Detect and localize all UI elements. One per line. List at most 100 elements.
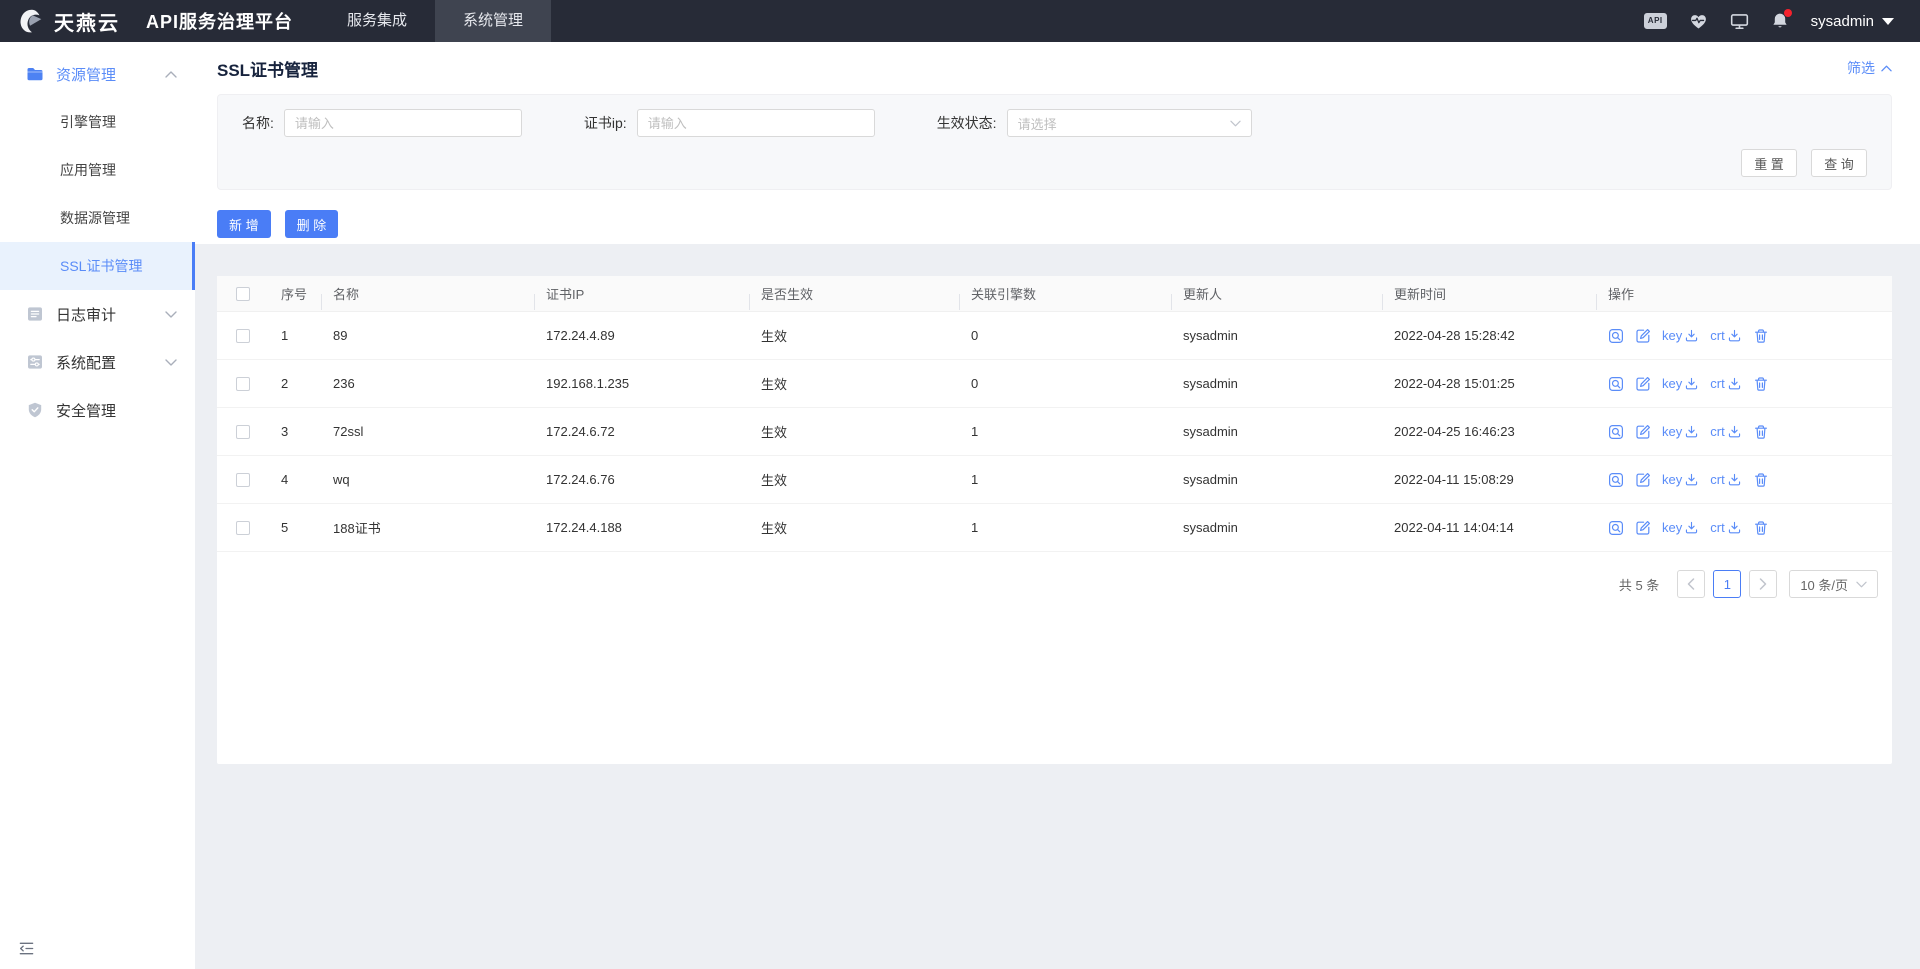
cell-status: 生效 (761, 377, 788, 392)
delete-icon[interactable] (1753, 376, 1769, 392)
reset-button[interactable]: 重 置 (1741, 149, 1797, 177)
col-status: 是否生效 (749, 284, 959, 310)
cell-status: 生效 (761, 329, 788, 344)
download-icon (1727, 328, 1742, 343)
delete-icon[interactable] (1753, 472, 1769, 488)
filter-label-cert-ip: 证书ip: (583, 115, 627, 131)
page-size-select[interactable]: 10 条/页 (1789, 570, 1878, 598)
add-button[interactable]: 新 增 (217, 210, 271, 238)
logo: 天燕云 (0, 6, 134, 36)
prev-page-button[interactable] (1677, 570, 1706, 598)
download-icon (1684, 520, 1699, 535)
chevron-down-icon (1229, 120, 1241, 126)
download-key-link[interactable]: key (1662, 424, 1699, 439)
cell-name: wq (333, 472, 350, 487)
download-crt-link[interactable]: crt (1710, 328, 1741, 343)
sidebar-item-engine-management[interactable]: 引擎管理 (0, 98, 195, 146)
download-icon (1684, 376, 1699, 391)
cert-ip-input[interactable] (636, 109, 875, 137)
notification-dot (1783, 9, 1792, 17)
download-key-link[interactable]: key (1662, 520, 1699, 535)
nav-tab-service-integration[interactable]: 服务集成 (319, 0, 435, 42)
logo-icon (16, 6, 46, 36)
sidebar-item-label: 资源管理 (56, 66, 117, 84)
cell-ip: 192.168.1.235 (546, 376, 630, 391)
delete-icon[interactable] (1753, 424, 1769, 440)
cell-status: 生效 (761, 521, 788, 536)
download-crt-link[interactable]: crt (1710, 520, 1741, 535)
cell-engines: 1 (971, 472, 979, 487)
view-icon[interactable] (1608, 376, 1624, 392)
table-row: 5 188证书 172.24.4.188 生效 1 sysadmin 2022-… (217, 504, 1892, 552)
edit-icon[interactable] (1635, 424, 1651, 440)
edit-icon[interactable] (1635, 328, 1651, 344)
sidebar-item-log-audit[interactable]: 日志审计 (0, 290, 195, 338)
delete-icon[interactable] (1753, 520, 1769, 536)
cell-status: 生效 (761, 425, 788, 440)
sidebar-item-label: 日志审计 (56, 306, 117, 324)
row-checkbox[interactable] (236, 328, 250, 343)
view-icon[interactable] (1608, 328, 1624, 344)
logo-text: 天燕云 (54, 12, 120, 35)
filter-toggle-link[interactable]: 筛选 (1847, 58, 1892, 78)
col-engines: 关联引擎数 (959, 284, 1171, 310)
cell-index: 5 (281, 520, 289, 535)
row-checkbox[interactable] (236, 376, 250, 391)
sidebar-item-security-management[interactable]: 安全管理 (0, 386, 195, 434)
status-select[interactable]: 请选择 (1006, 109, 1252, 137)
user-menu[interactable]: sysadmin (1811, 13, 1894, 30)
sidebar-item-ssl-cert-management[interactable]: SSL证书管理 (0, 242, 195, 290)
view-icon[interactable] (1608, 472, 1624, 488)
shield-icon (26, 401, 44, 419)
sidebar-item-system-config[interactable]: 系统配置 (0, 338, 195, 386)
row-checkbox[interactable] (236, 424, 250, 439)
edit-icon[interactable] (1635, 520, 1651, 536)
sidebar-collapse-icon[interactable] (18, 940, 35, 957)
select-all-checkbox[interactable] (236, 286, 250, 301)
edit-icon[interactable] (1635, 376, 1651, 392)
screen-monitor-icon[interactable] (1730, 13, 1749, 30)
table-row: 3 72ssl 172.24.6.72 生效 1 sysadmin 2022-0… (217, 408, 1892, 456)
cell-index: 3 (281, 424, 289, 439)
row-checkbox[interactable] (236, 472, 250, 487)
table-card: 序号 名称 证书IP 是否生效 关联引擎数 更新人 更新时间 操作 1 89 1… (217, 276, 1892, 764)
cell-status: 生效 (761, 473, 788, 488)
next-page-button[interactable] (1749, 570, 1778, 598)
log-list-icon (26, 305, 44, 323)
pagination: 共 5 条 1 10 条/页 (217, 570, 1892, 598)
download-crt-link[interactable]: crt (1710, 376, 1741, 391)
filter-label-name: 名称: (242, 115, 274, 131)
chevron-down-icon (165, 311, 177, 318)
download-key-link[interactable]: key (1662, 472, 1699, 487)
top-nav: 天燕云 API服务治理平台 服务集成 系统管理 API sysadmin (0, 0, 1920, 42)
page-top-section: SSL证书管理 筛选 名称: 证书ip: 生效状态: (195, 42, 1920, 244)
delete-icon[interactable] (1753, 328, 1769, 344)
sidebar-item-resource-management[interactable]: 资源管理 (0, 50, 195, 98)
cell-updater: sysadmin (1183, 424, 1238, 439)
cell-engines: 0 (971, 376, 979, 391)
cell-name: 72ssl (333, 424, 364, 439)
sidebar-item-app-management[interactable]: 应用管理 (0, 146, 195, 194)
view-icon[interactable] (1608, 520, 1624, 536)
delete-button[interactable]: 删 除 (284, 210, 339, 238)
edit-icon[interactable] (1635, 472, 1651, 488)
name-input[interactable] (283, 109, 522, 137)
download-key-link[interactable]: key (1662, 328, 1699, 343)
nav-tab-system-management[interactable]: 系统管理 (435, 0, 552, 42)
search-button[interactable]: 查 询 (1811, 149, 1867, 177)
download-icon (1727, 520, 1742, 535)
download-key-link[interactable]: key (1662, 376, 1699, 391)
notification-bell-icon[interactable] (1771, 9, 1792, 30)
nav-right: API sysadmin (1622, 9, 1920, 30)
view-icon[interactable] (1608, 424, 1624, 440)
cell-time: 2022-04-25 16:46:23 (1394, 424, 1515, 439)
download-crt-link[interactable]: crt (1710, 424, 1741, 439)
download-crt-link[interactable]: crt (1710, 472, 1741, 487)
page-number-button[interactable]: 1 (1713, 570, 1742, 598)
api-doc-icon[interactable]: API (1643, 13, 1667, 29)
sidebar-item-datasource-management[interactable]: 数据源管理 (0, 194, 195, 242)
health-monitor-icon[interactable] (1689, 13, 1708, 30)
row-checkbox[interactable] (236, 520, 250, 535)
main-content: SSL证书管理 筛选 名称: 证书ip: 生效状态: (195, 42, 1920, 969)
cell-updater: sysadmin (1183, 328, 1238, 343)
